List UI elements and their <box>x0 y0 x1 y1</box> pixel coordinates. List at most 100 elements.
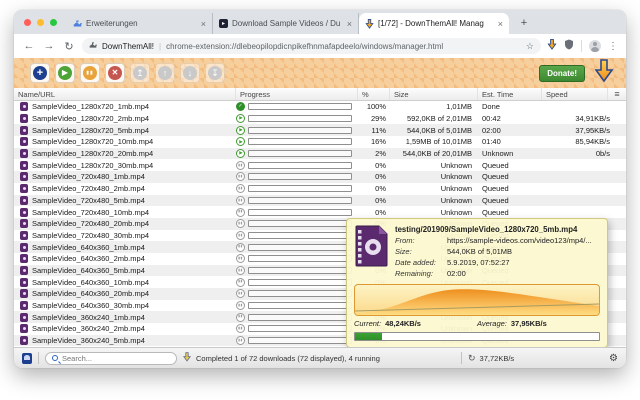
column-header-speed[interactable]: Speed <box>542 88 608 100</box>
column-header-size[interactable]: Size <box>390 88 478 100</box>
gear-icon[interactable]: ⚙ <box>609 353 618 364</box>
download-percent: 100% <box>358 102 390 111</box>
new-tab-button[interactable]: + <box>515 14 533 32</box>
video-file-icon <box>20 266 28 275</box>
download-summary: Completed 1 of 72 downloads (72 displaye… <box>196 354 380 363</box>
video-file-icon <box>20 172 28 181</box>
tooltip-remaining-label: Remaining: <box>395 269 447 280</box>
download-name: SampleVideo_640x360_30mb.mp4 <box>32 301 149 310</box>
video-file-icon <box>20 278 28 287</box>
download-status-icon: ▮▮ <box>236 243 245 252</box>
video-file-icon <box>20 184 28 193</box>
minimize-window-button[interactable] <box>37 19 44 26</box>
progress-bar <box>248 232 352 239</box>
download-status-icon: ▮▮ <box>236 266 245 275</box>
tooltip-progress-fill <box>355 333 382 340</box>
video-file-large-icon <box>354 225 388 280</box>
table-row[interactable]: SampleVideo_720x480_1mb.mp4 ▮▮ 0% Unknow… <box>14 171 626 183</box>
progress-bar <box>248 150 352 157</box>
table-row[interactable]: SampleVideo_1280x720_10mb.mp4 ▶ 16% 1,59… <box>14 136 626 148</box>
download-size: 1,59MB of 10,01MB <box>390 137 478 146</box>
download-name: SampleVideo_1280x720_20mb.mp4 <box>32 149 153 158</box>
dta-extension-icon[interactable] <box>547 37 557 55</box>
bookmark-star-icon[interactable]: ☆ <box>526 41 534 52</box>
resume-button[interactable]: ▶ <box>55 63 75 83</box>
search-input[interactable] <box>62 354 170 363</box>
download-status-icon: ▮▮ <box>236 254 245 263</box>
statusbar-divider <box>38 352 39 364</box>
download-size: 1,01MB <box>390 102 478 111</box>
download-name: SampleVideo_720x480_1mb.mp4 <box>32 172 145 181</box>
video-file-icon <box>20 196 28 205</box>
video-file-icon <box>20 137 28 146</box>
close-window-button[interactable] <box>24 19 31 26</box>
download-size: 592,0KB of 2,01MB <box>390 114 478 123</box>
column-options-icon[interactable]: ≡ <box>608 88 626 100</box>
back-icon[interactable]: ← <box>22 40 36 52</box>
zoom-window-button[interactable] <box>50 19 57 26</box>
column-header-name[interactable]: Name/URL <box>14 88 236 100</box>
cancel-icon: ✕ <box>108 66 122 80</box>
download-name: SampleVideo_1280x720_5mb.mp4 <box>32 126 149 135</box>
close-icon[interactable]: × <box>498 19 503 29</box>
download-eta: Queued <box>478 161 542 170</box>
search-field[interactable] <box>45 352 177 365</box>
download-name: SampleVideo_1280x720_30mb.mp4 <box>32 161 153 170</box>
download-name: SampleVideo_720x480_2mb.mp4 <box>32 184 145 193</box>
move-top-button[interactable]: ↥ <box>130 63 150 83</box>
column-header-percent[interactable]: % <box>358 88 390 100</box>
table-row[interactable]: SampleVideo_720x480_2mb.mp4 ▮▮ 0% Unknow… <box>14 183 626 195</box>
close-icon[interactable]: × <box>347 19 352 29</box>
move-bottom-button[interactable]: ↧ <box>205 63 225 83</box>
pause-button[interactable]: ▮▮ <box>80 63 100 83</box>
download-name: SampleVideo_640x360_1mb.mp4 <box>32 243 145 252</box>
table-row[interactable]: SampleVideo_1280x720_1mb.mp4 ✓ 100% 1,01… <box>14 101 626 113</box>
column-header-progress[interactable]: Progress <box>236 88 358 100</box>
download-eta: Queued <box>478 208 542 217</box>
tooltip-remaining-value: 02:00 <box>447 269 600 280</box>
table-row[interactable]: SampleVideo_720x480_5mb.mp4 ▮▮ 0% Unknow… <box>14 195 626 207</box>
browser-menu-icon[interactable]: ⋮ <box>608 41 618 52</box>
column-header-esttime[interactable]: Est. Time <box>478 88 542 100</box>
current-speed-label: Current: <box>354 319 381 328</box>
move-down-button[interactable]: ↓ <box>180 63 200 83</box>
tab-extensions[interactable]: Erweiterungen × <box>67 13 213 34</box>
download-eta: Unknown <box>478 149 542 158</box>
donate-button[interactable]: Donate! <box>539 65 585 82</box>
reload-icon[interactable]: ↻ <box>62 40 76 53</box>
tab-sample-videos[interactable]: ▸ Download Sample Videos / Du × <box>213 13 359 34</box>
status-bar: Completed 1 of 72 downloads (72 displaye… <box>14 347 626 368</box>
video-file-icon <box>20 336 28 345</box>
progress-bar <box>248 220 352 227</box>
download-status-icon: ▮▮ <box>236 172 245 181</box>
download-name: SampleVideo_1280x720_10mb.mp4 <box>32 137 153 146</box>
video-file-icon <box>20 126 28 135</box>
download-name: SampleVideo_1280x720_1mb.mp4 <box>32 102 149 111</box>
table-row[interactable]: SampleVideo_720x480_10mb.mp4 ▮▮ 0% Unkno… <box>14 206 626 218</box>
table-row[interactable]: SampleVideo_1280x720_20mb.mp4 ▶ 2% 544,0… <box>14 148 626 160</box>
address-bar[interactable]: DownThemAll! | chrome-extension://dlebeo… <box>82 38 541 54</box>
download-speed: 0b/s <box>542 149 626 158</box>
forward-icon[interactable]: → <box>42 40 56 52</box>
download-name: SampleVideo_720x480_20mb.mp4 <box>32 219 149 228</box>
profile-avatar[interactable] <box>589 40 601 52</box>
add-download-button[interactable]: + <box>30 63 50 83</box>
shield-extension-icon[interactable] <box>564 37 574 55</box>
progress-bar <box>248 173 352 180</box>
cancel-button[interactable]: ✕ <box>105 63 125 83</box>
progress-bar <box>248 209 352 216</box>
progress-bar <box>248 162 352 169</box>
move-up-button[interactable]: ↑ <box>155 63 175 83</box>
close-icon[interactable]: × <box>201 19 206 29</box>
progress-bar <box>248 314 352 321</box>
table-row[interactable]: SampleVideo_1280x720_2mb.mp4 ▶ 29% 592,0… <box>14 113 626 125</box>
tab-downthemall-manager[interactable]: [1/72] - DownThemAll! Manag × <box>359 13 509 34</box>
video-file-icon <box>20 231 28 240</box>
progress-bar <box>248 337 352 344</box>
table-row[interactable]: SampleVideo_1280x720_5mb.mp4 ▶ 11% 544,0… <box>14 124 626 136</box>
download-eta: 02:00 <box>478 126 542 135</box>
table-row[interactable]: SampleVideo_1280x720_30mb.mp4 ▮▮ 0% Unkn… <box>14 159 626 171</box>
average-speed-value: 37,95KB/s <box>511 319 547 328</box>
tooltip-size-value: 544,0KB of 5,01MB <box>447 247 600 258</box>
address-divider: | <box>159 42 161 51</box>
